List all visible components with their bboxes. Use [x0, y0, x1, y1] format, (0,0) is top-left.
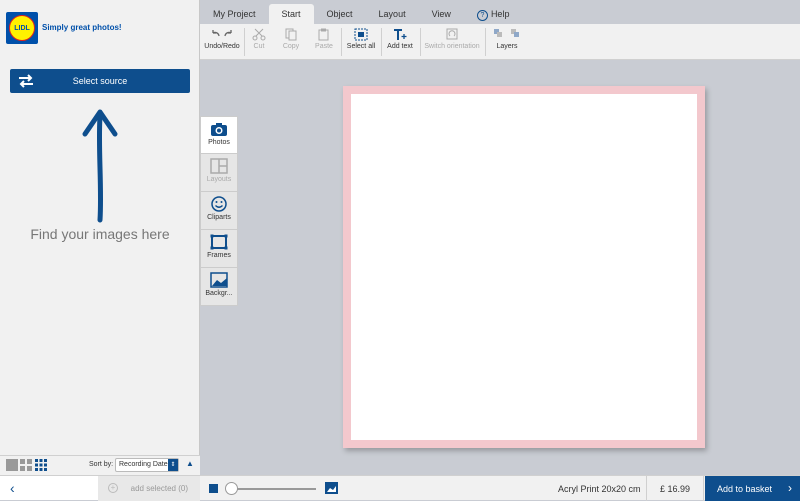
zoom-slider-track[interactable]	[230, 488, 316, 490]
side-tab-label: Cliparts	[207, 214, 231, 221]
side-tab-cliparts[interactable]: Cliparts	[200, 192, 238, 230]
select-all-button[interactable]: Select all	[345, 28, 377, 56]
copy-icon	[285, 28, 297, 41]
toolbar-divider	[341, 28, 342, 56]
left-panel: LIDL Simply great photos! Select source …	[0, 0, 200, 501]
cut-label: Cut	[253, 43, 265, 50]
up-arrow-icon	[82, 109, 118, 223]
add-to-basket-label: Add to basket	[717, 483, 773, 494]
tab-label: View	[431, 9, 451, 19]
tab-object[interactable]: Object	[314, 4, 366, 24]
copy-button[interactable]: Copy	[279, 28, 303, 56]
background-image-icon	[210, 272, 228, 288]
switch-orientation-button[interactable]: Switch orientation	[423, 28, 481, 56]
scissors-icon	[252, 28, 266, 41]
side-tab-backgrounds[interactable]: Backgr...	[200, 268, 238, 306]
side-tab-photos[interactable]: Photos	[200, 116, 238, 154]
smiley-icon	[211, 196, 227, 212]
tab-view[interactable]: View	[419, 4, 464, 24]
lidl-logo: LIDL	[6, 12, 38, 44]
side-tabs: Photos Layouts Cliparts Frames Backgr...	[200, 116, 238, 306]
side-tab-label: Photos	[208, 139, 230, 146]
tab-label: Start	[281, 9, 301, 19]
small-grid-view-icon[interactable]	[35, 459, 47, 471]
side-tab-frames[interactable]: Frames	[200, 230, 238, 268]
add-selected-button[interactable]: + add selected (0)	[98, 476, 200, 501]
side-tab-label: Backgr...	[205, 290, 233, 297]
medium-grid-view-icon[interactable]	[20, 459, 32, 471]
product-name: Acryl Print 20x20 cm	[558, 484, 641, 494]
paste-icon	[318, 28, 329, 41]
large-grid-view-icon[interactable]	[6, 459, 18, 471]
left-footer: ‹ + add selected (0)	[0, 475, 200, 501]
print-canvas-page[interactable]	[351, 94, 697, 440]
cut-button[interactable]: Cut	[247, 28, 271, 56]
paste-button[interactable]: Paste	[312, 28, 336, 56]
editor-footer: Acryl Print 20x20 cm £ 16.99 Add to bask…	[200, 475, 800, 501]
frame-icon	[210, 234, 228, 250]
add-text-button[interactable]: Add text	[384, 28, 416, 56]
side-tab-layouts[interactable]: Layouts	[200, 154, 238, 192]
chevron-updown-icon: ⇕	[168, 459, 178, 471]
add-text-label: Add text	[387, 43, 413, 50]
swap-arrows-icon	[19, 74, 33, 88]
add-to-basket-button[interactable]: Add to basket ›	[705, 476, 800, 501]
toolbar-divider	[420, 28, 421, 56]
tagline: Simply great photos!	[42, 23, 122, 32]
empty-hint: Find your images here	[30, 226, 170, 242]
print-canvas-frame[interactable]	[343, 86, 705, 448]
toolbar-divider	[244, 28, 245, 56]
tab-start[interactable]: Start	[268, 4, 314, 24]
select-all-label: Select all	[346, 43, 376, 50]
toolbar: Undo/Redo Cut Copy Paste Select all Add …	[200, 24, 800, 60]
help-icon: ?	[476, 10, 488, 21]
undo-redo-icon	[212, 30, 232, 37]
sort-select[interactable]: Recording Date ⇕	[115, 458, 179, 472]
add-selected-label: add selected (0)	[130, 484, 188, 493]
tab-my-project[interactable]: My Project	[200, 4, 269, 24]
tab-layout[interactable]: Layout	[366, 4, 419, 24]
select-source-button[interactable]: Select source	[10, 69, 190, 93]
layers-icon	[494, 29, 519, 37]
tab-label: Layout	[378, 9, 406, 19]
layers-label: Layers	[496, 43, 518, 50]
select-all-icon	[354, 28, 368, 41]
sort-value: Recording Date	[119, 461, 168, 468]
main-tabs: My Project Start Object Layout View ? Hel…	[200, 4, 522, 24]
logo-text: LIDL	[9, 15, 35, 41]
tab-help[interactable]: ? Help	[464, 4, 523, 24]
sort-direction-icon[interactable]: ▲	[186, 459, 194, 468]
paste-label: Paste	[315, 43, 333, 50]
tab-label: Help	[490, 9, 510, 19]
tab-label: My Project	[213, 9, 256, 19]
price: £ 16.99	[646, 476, 704, 501]
undo-redo-label: Undo/Redo	[204, 43, 240, 50]
toolbar-divider	[381, 28, 382, 56]
toolbar-divider	[485, 28, 486, 56]
undo-redo-button[interactable]: Undo/Redo	[203, 28, 241, 56]
tab-label: Object	[326, 9, 353, 19]
select-source-label: Select source	[72, 76, 128, 86]
zoom-slider-handle[interactable]	[225, 482, 238, 495]
layout-icon	[210, 158, 228, 174]
add-text-icon	[394, 29, 407, 40]
zoom-out-image-icon[interactable]	[209, 484, 218, 493]
copy-label: Copy	[282, 43, 300, 50]
side-tab-label: Frames	[207, 252, 231, 259]
rotate-icon	[446, 28, 458, 40]
price-value: £ 16.99	[659, 483, 691, 494]
side-tab-label: Layouts	[206, 176, 232, 183]
layers-button[interactable]: Layers	[490, 28, 524, 56]
zoom-in-image-icon[interactable]	[325, 482, 338, 494]
camera-icon	[211, 123, 227, 136]
back-chevron-icon[interactable]: ‹	[10, 480, 15, 496]
plus-circle-icon: +	[108, 483, 118, 493]
switch-orientation-label: Switch orientation	[424, 43, 480, 50]
chevron-right-icon: ›	[788, 481, 792, 495]
sort-bar: Sort by: Recording Date ⇕ ▲	[0, 455, 200, 475]
sort-label: Sort by:	[89, 461, 114, 468]
